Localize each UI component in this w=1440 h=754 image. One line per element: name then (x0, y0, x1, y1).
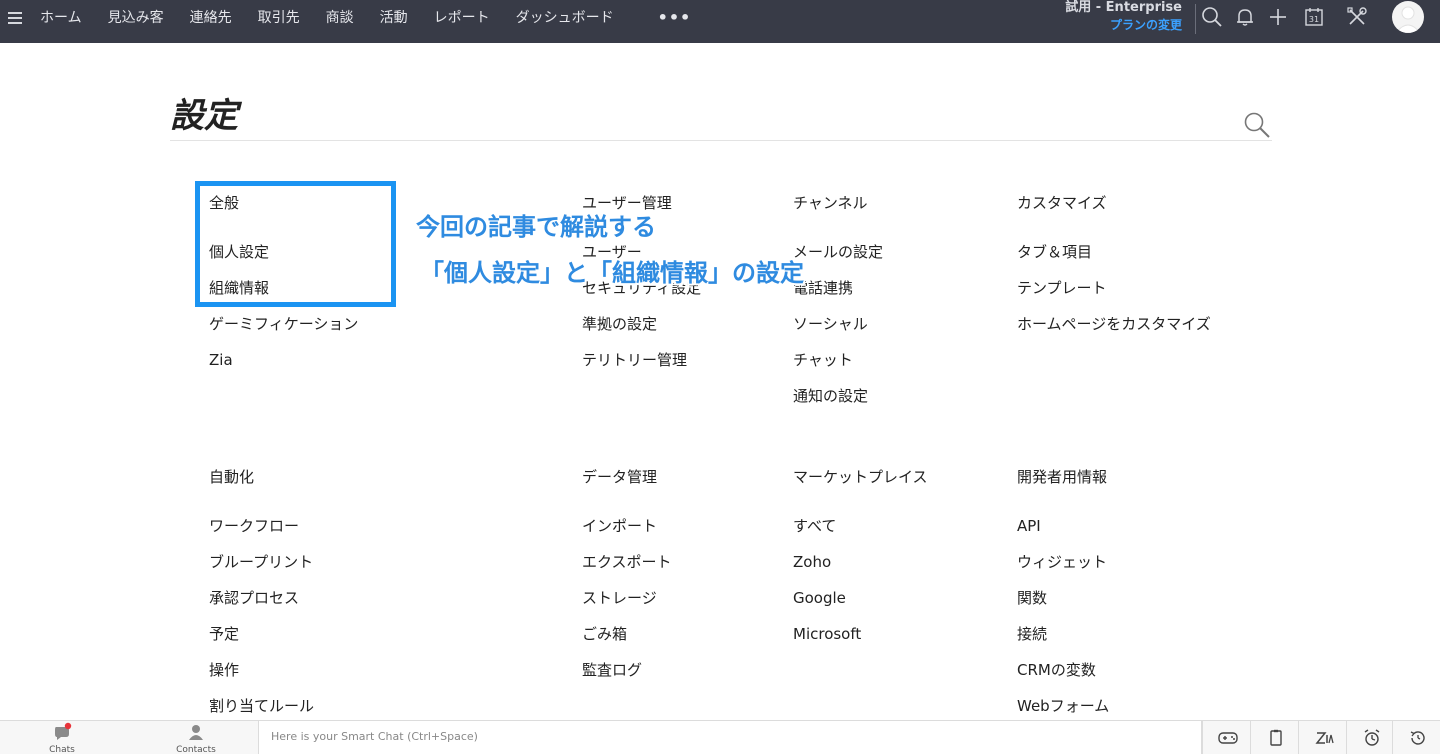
contacts-button[interactable]: Contacts (168, 721, 224, 754)
setting-link-workflow[interactable]: ワークフロー (209, 517, 299, 535)
section-heading-marketplace: マーケットプレイス (793, 468, 928, 486)
section-heading-developer: 開発者用情報 (1017, 468, 1108, 486)
change-plan-link[interactable]: プランの変更 (1065, 15, 1182, 35)
setting-link-api[interactable]: API (1017, 517, 1041, 535)
setting-link-chat[interactable]: チャット (793, 351, 853, 369)
setting-link-actions[interactable]: 操作 (209, 661, 239, 679)
main-nav: ホーム 見込み客 連絡先 取引先 商談 活動 レポート ダッシュボード ••• (40, 0, 691, 34)
section-heading-customization: カスタマイズ (1017, 194, 1107, 212)
menu-icon[interactable] (8, 12, 22, 24)
calendar-day: 31 (1309, 15, 1319, 24)
section-heading-data: データ管理 (582, 468, 658, 486)
setting-link-zia[interactable]: Zia (209, 351, 233, 369)
setup-tools-icon[interactable] (1346, 6, 1368, 28)
contact-person-icon (189, 725, 203, 740)
nav-activities[interactable]: 活動 (380, 7, 408, 27)
setting-link-recycle-bin[interactable]: ごみ箱 (582, 625, 627, 643)
setting-link-email[interactable]: メールの設定 (793, 243, 883, 261)
title-divider (170, 140, 1272, 141)
setting-link-connections[interactable]: 接続 (1017, 625, 1047, 643)
setting-link-widgets[interactable]: ウィジェット (1017, 553, 1107, 571)
setting-link-webforms[interactable]: Webフォーム (1017, 697, 1109, 715)
zia-icon[interactable] (1298, 721, 1346, 754)
setting-link-compliance[interactable]: 準拠の設定 (582, 315, 657, 333)
bottom-bar: Chats Contacts Here is your Smart Chat (… (0, 720, 1440, 754)
setting-link-templates[interactable]: テンプレート (1017, 279, 1107, 297)
nav-reports[interactable]: レポート (434, 7, 490, 27)
history-icon[interactable] (1392, 721, 1440, 754)
setting-link-all[interactable]: すべて (793, 517, 836, 535)
alarm-clock-icon[interactable] (1346, 721, 1394, 754)
setting-link-audit-log[interactable]: 監査ログ (582, 661, 642, 679)
setting-link-blueprint[interactable]: ブループリント (209, 553, 313, 571)
nav-contacts[interactable]: 連絡先 (190, 7, 232, 27)
more-menu-icon[interactable]: ••• (658, 8, 692, 27)
setting-link-approval[interactable]: 承認プロセス (209, 589, 299, 607)
nav-leads[interactable]: 見込み客 (108, 7, 164, 27)
setting-link-social[interactable]: ソーシャル (793, 315, 868, 333)
chat-bubble-icon (55, 722, 72, 740)
setting-link-zoho[interactable]: Zoho (793, 553, 831, 571)
clipboard-icon[interactable] (1250, 721, 1298, 754)
page-title: 設定 (170, 96, 238, 136)
setting-link-schedules[interactable]: 予定 (209, 625, 239, 643)
section-heading-automation: 自動化 (209, 468, 255, 486)
bell-icon[interactable] (1234, 6, 1256, 28)
nav-dashboards[interactable]: ダッシュボード (516, 7, 614, 27)
search-icon[interactable] (1201, 6, 1223, 28)
settings-search-icon[interactable] (1243, 111, 1271, 139)
nav-home[interactable]: ホーム (40, 7, 82, 27)
setting-link-storage[interactable]: ストレージ (582, 589, 657, 607)
nav-deals[interactable]: 商談 (326, 7, 354, 27)
highlight-box (195, 181, 396, 307)
calendar-icon[interactable]: 31 (1303, 6, 1325, 28)
setting-link-microsoft[interactable]: Microsoft (793, 625, 861, 643)
plus-icon[interactable] (1267, 6, 1289, 28)
setting-link-export[interactable]: エクスポート (582, 553, 672, 571)
setting-link-crm-variables[interactable]: CRMの変数 (1017, 661, 1096, 679)
divider (1195, 4, 1196, 34)
chats-label: Chats (49, 745, 75, 754)
annotation-line-2: 「個人設定」と「組織情報」の設定 (420, 259, 804, 287)
smart-chat-input[interactable]: Here is your Smart Chat (Ctrl+Space) (258, 721, 1202, 754)
setting-link-import[interactable]: インポート (582, 517, 657, 535)
setting-link-notifications[interactable]: 通知の設定 (793, 387, 868, 405)
smart-chat-placeholder: Here is your Smart Chat (Ctrl+Space) (271, 730, 478, 743)
gamepad-icon[interactable] (1202, 721, 1250, 754)
setting-link-territory[interactable]: テリトリー管理 (582, 351, 687, 369)
setting-link-functions[interactable]: 関数 (1017, 589, 1047, 607)
section-heading-channels: チャンネル (793, 194, 868, 212)
setting-link-customize-home[interactable]: ホームページをカスタマイズ (1017, 315, 1211, 333)
setting-link-assignment-rules[interactable]: 割り当てルール (209, 697, 314, 715)
setting-link-google[interactable]: Google (793, 589, 846, 607)
annotation-line-1: 今回の記事で解説する (416, 213, 656, 241)
setting-link-gamescope[interactable]: ゲーミフィケーション (209, 315, 358, 333)
trial-info: 試用 - Enterprise プランの変更 (1065, 0, 1182, 35)
contacts-label: Contacts (176, 745, 216, 754)
trial-label: 試用 - Enterprise (1065, 0, 1182, 15)
user-avatar[interactable] (1392, 1, 1424, 33)
chats-button[interactable]: Chats (36, 721, 88, 754)
nav-accounts[interactable]: 取引先 (258, 7, 300, 27)
top-nav-bar: ホーム 見込み客 連絡先 取引先 商談 活動 レポート ダッシュボード ••• … (0, 0, 1440, 43)
setting-link-tabs-fields[interactable]: タブ＆項目 (1017, 243, 1092, 261)
